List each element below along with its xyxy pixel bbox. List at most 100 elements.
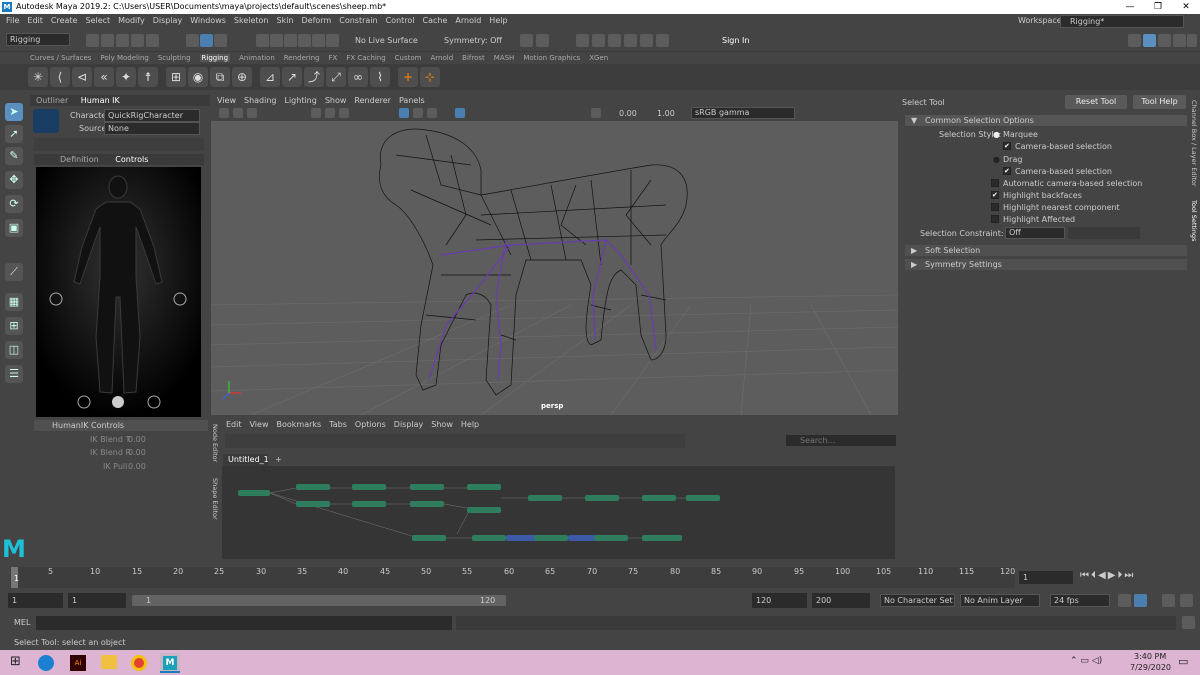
source-dropdown[interactable]: None	[104, 122, 200, 135]
isolate-icon[interactable]	[591, 108, 601, 118]
radio-marquee[interactable]: ●	[993, 130, 1000, 139]
snap-surface-icon[interactable]	[312, 34, 325, 47]
open-scene-icon[interactable]	[101, 34, 114, 47]
node-root[interactable]	[238, 490, 270, 496]
node-joint[interactable]	[472, 535, 506, 541]
node-joint[interactable]	[467, 484, 501, 490]
node-joint[interactable]	[528, 495, 562, 501]
node-joint[interactable]	[534, 535, 568, 541]
menu-constrain[interactable]: Constrain	[339, 16, 377, 25]
shelf-tab[interactable]: Animation	[239, 54, 275, 62]
time-slider[interactable]: 1 5 10 15 20 25 30 35 40 45 50 55 60 65 …	[0, 563, 1200, 590]
range-handle[interactable]: 1 120	[132, 595, 506, 606]
render-setup-icon[interactable]	[640, 34, 653, 47]
maya-taskbar-icon[interactable]: M	[160, 653, 180, 673]
wireframe-icon[interactable]	[399, 108, 409, 118]
node-joint[interactable]	[585, 495, 619, 501]
node-joint[interactable]	[642, 495, 676, 501]
reset-tool-button[interactable]: Reset Tool	[1065, 95, 1127, 109]
constraint-field[interactable]	[1068, 227, 1140, 239]
blendshape-icon[interactable]: ↗	[282, 67, 302, 87]
menu-control[interactable]: Control	[386, 16, 415, 25]
vp-menu-panels[interactable]: Panels	[399, 96, 425, 105]
node-joint[interactable]	[594, 535, 628, 541]
snap-point-icon[interactable]	[284, 34, 297, 47]
ne-menu-view[interactable]: View	[250, 420, 269, 429]
single-perspective-icon[interactable]: ▦	[5, 293, 23, 311]
textured-icon[interactable]	[427, 108, 437, 118]
attribute-editor-icon[interactable]	[1158, 34, 1171, 47]
file-explorer-icon[interactable]	[101, 655, 117, 669]
hypershade-icon[interactable]	[624, 34, 637, 47]
shelf-tab-active[interactable]: Rigging	[199, 54, 231, 62]
outliner-layout-icon[interactable]: ☰	[5, 365, 23, 383]
redo-icon[interactable]	[146, 34, 159, 47]
snap-grid-icon[interactable]	[256, 34, 269, 47]
tab-definition[interactable]: Definition	[60, 155, 99, 164]
shelf-tab[interactable]: Bifrost	[462, 54, 485, 62]
checkbox-auto-camera[interactable]	[991, 179, 999, 187]
tab-outliner[interactable]: Outliner	[36, 96, 68, 105]
close-icon[interactable]: ✕	[1172, 0, 1200, 14]
common-selection-section[interactable]: ▼ Common Selection Options	[905, 115, 1187, 126]
checkbox-highlight-nearest[interactable]	[991, 203, 999, 211]
save-scene-icon[interactable]	[116, 34, 129, 47]
interactive-bind-icon[interactable]: ⊕	[232, 67, 252, 87]
checkbox-highlight-affected[interactable]	[991, 215, 999, 223]
paint-weights-icon[interactable]: ◉	[188, 67, 208, 87]
node-joint[interactable]	[296, 484, 330, 490]
wire-icon[interactable]: ∞	[348, 67, 368, 87]
select-hierarchy-icon[interactable]	[186, 34, 199, 47]
menu-windows[interactable]: Windows	[190, 16, 226, 25]
move-tool-icon[interactable]: ✥	[5, 171, 23, 189]
end-time-field[interactable]: 200	[812, 593, 870, 608]
param-value[interactable]: 0.00	[128, 435, 146, 444]
windows-start-icon[interactable]: ⊞	[10, 654, 21, 669]
quick-rig-icon[interactable]: ✦	[116, 67, 136, 87]
vp-menu-show[interactable]: Show	[325, 96, 347, 105]
near-clip-value[interactable]: 0.00	[619, 109, 637, 118]
node-skin[interactable]	[412, 535, 446, 541]
camera-select-icon[interactable]	[219, 108, 229, 118]
shelf-tab[interactable]: XGen	[589, 54, 608, 62]
anim-prefs-icon[interactable]	[1180, 594, 1193, 607]
bookmark-icon[interactable]	[247, 108, 257, 118]
rotate-tool-icon[interactable]: ⟳	[5, 195, 23, 213]
soft-selection-section[interactable]: ▶ Soft Selection	[905, 245, 1187, 256]
camera-attr-icon[interactable]	[233, 108, 243, 118]
vp-menu-view[interactable]: View	[217, 96, 236, 105]
menu-create[interactable]: Create	[51, 16, 78, 25]
film-gate-icon[interactable]	[325, 108, 335, 118]
maximize-icon[interactable]: ❐	[1144, 0, 1172, 14]
menu-deform[interactable]: Deform	[302, 16, 332, 25]
ne-menu-options[interactable]: Options	[355, 420, 386, 429]
shelf-tab[interactable]: FX Caching	[346, 54, 385, 62]
node-joint[interactable]	[352, 484, 386, 490]
shelf-tab[interactable]: Rendering	[284, 54, 320, 62]
playback-start-field[interactable]: 1	[68, 593, 126, 608]
node-tab-untitled[interactable]: Untitled_1	[223, 454, 269, 466]
ne-menu-display[interactable]: Display	[394, 420, 424, 429]
ne-menu-tabs[interactable]: Tabs	[329, 420, 347, 429]
start-time-field[interactable]: 1	[8, 593, 63, 608]
constraint-dropdown[interactable]: Off	[1005, 227, 1065, 239]
fps-dropdown[interactable]: 24 fps	[1050, 594, 1110, 607]
scene-view[interactable]	[211, 95, 898, 415]
menu-display[interactable]: Display	[153, 16, 183, 25]
hik-character-figure[interactable]	[36, 167, 201, 417]
menu-skeleton[interactable]: Skeleton	[234, 16, 269, 25]
color-space-dropdown[interactable]: sRGB gamma	[691, 107, 795, 119]
snap-view-icon[interactable]	[326, 34, 339, 47]
auto-key-icon[interactable]	[1134, 594, 1147, 607]
resolution-gate-icon[interactable]	[339, 108, 349, 118]
vp-menu-renderer[interactable]: Renderer	[354, 96, 391, 105]
shelf-tab[interactable]: Poly Modeling	[100, 54, 148, 62]
character-dropdown[interactable]: QuickRigCharacter	[104, 109, 200, 122]
new-scene-icon[interactable]	[86, 34, 99, 47]
tool-settings-icon[interactable]	[1173, 34, 1186, 47]
last-tool-icon[interactable]: ⟋	[5, 263, 23, 281]
ne-menu-edit[interactable]: Edit	[226, 420, 242, 429]
persp-outliner-icon[interactable]: ◫	[5, 341, 23, 359]
create-joints-icon[interactable]: ✳	[28, 67, 48, 87]
playback-end-field[interactable]: 120	[752, 593, 807, 608]
